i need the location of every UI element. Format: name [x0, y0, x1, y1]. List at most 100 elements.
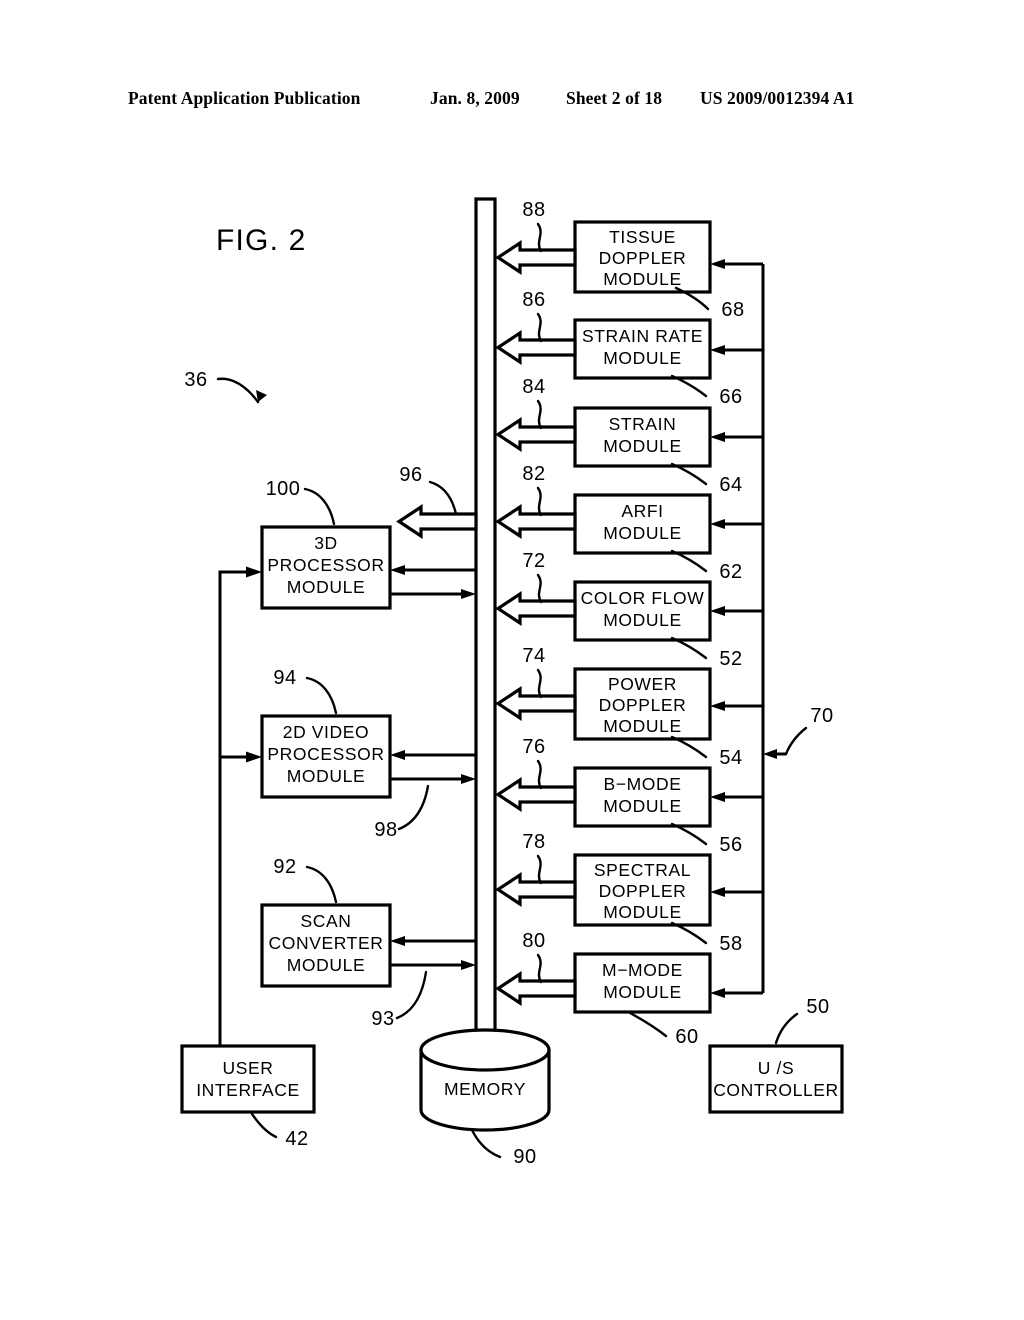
module-3d-processor-line-3: MODULE — [287, 577, 365, 597]
memory-cylinder-top — [419, 1028, 551, 1072]
module-scan-converter-line-1: SCAN — [300, 911, 351, 931]
ref-label-78: 78 — [522, 831, 545, 853]
module-memory[interactable]: MEMORY 90 — [419, 1028, 551, 1168]
ref-label-82: 82 — [522, 463, 545, 485]
ui-feed-line-3d — [218, 570, 247, 1046]
ref-label-80: 80 — [522, 930, 545, 952]
module-2d-video-processor-line-1: 2D VIDEO — [283, 722, 370, 742]
module-power-doppler-line-1: POWER — [608, 674, 677, 694]
module-2d-video-processor-line-2: PROCESSOR — [267, 744, 384, 764]
bus-arrow-80 — [495, 971, 577, 1006]
leader-82 — [536, 486, 543, 517]
module-arfi-line-1: ARFI — [621, 501, 663, 521]
module-us-controller-line-2: CONTROLLER — [713, 1080, 839, 1100]
ref-label-84: 84 — [522, 376, 545, 398]
module-m-mode-line-1: M−MODE — [602, 960, 683, 980]
module-2d-video-processor[interactable]: 2D VIDEO PROCESSOR MODULE 94 98 — [260, 667, 476, 841]
ref-label-58: 58 — [719, 933, 742, 955]
module-3d-processor[interactable]: 3D PROCESSOR MODULE 100 96 — [260, 464, 478, 610]
leader-86 — [536, 312, 543, 343]
leader-88 — [536, 222, 543, 253]
ref-label-98: 98 — [374, 819, 397, 841]
bus-arrow-96 — [396, 504, 478, 539]
ref-label-100: 100 — [266, 478, 301, 500]
figure-2-diagram: FIG. 2 36 70 TISSUE DOPPLER MODULE 68 88 — [180, 197, 844, 1168]
module-user-interface-box — [180, 1044, 316, 1114]
ref-label-54: 54 — [719, 747, 742, 769]
module-m-mode-line-2: MODULE — [603, 982, 681, 1002]
control-bus-inlet-arrowhead — [763, 749, 777, 759]
bus-arrow-72 — [495, 591, 577, 626]
bus-link-2d-out-arrowhead — [461, 774, 476, 784]
ref-label-93: 93 — [371, 1008, 394, 1030]
ref-label-62: 62 — [719, 561, 742, 583]
bus-arrow-82 — [495, 504, 577, 539]
module-user-interface[interactable]: USER INTERFACE 42 — [180, 1044, 316, 1150]
ref-label-68: 68 — [721, 299, 744, 321]
leader-42 — [250, 1112, 278, 1139]
ref-label-86: 86 — [522, 289, 545, 311]
leader-50 — [774, 1012, 799, 1045]
module-scan-converter-line-2: CONVERTER — [269, 933, 384, 953]
module-spectral-doppler-line-2: DOPPLER — [599, 881, 687, 901]
ref-label-94: 94 — [273, 667, 296, 689]
leader-80 — [536, 953, 543, 984]
bus-link-3d-in-arrowhead — [390, 565, 405, 575]
ref-label-36: 36 — [184, 369, 207, 391]
module-color-flow-line-2: MODULE — [603, 610, 681, 630]
ref-label-90: 90 — [513, 1146, 536, 1168]
control-arrowhead-b-mode — [710, 792, 725, 802]
ref-label-72: 72 — [522, 550, 545, 572]
ui-feed-arrowhead-3d — [246, 566, 262, 578]
leader-70 — [784, 726, 808, 756]
control-arrowhead-arfi — [710, 519, 725, 529]
patent-figure-page: Patent Application Publication Jan. 8, 2… — [0, 0, 1024, 1320]
module-us-controller-line-1: U /S — [758, 1058, 794, 1078]
module-tissue-doppler-line-3: MODULE — [603, 269, 681, 289]
ref-label-70: 70 — [810, 705, 833, 727]
leader-72 — [536, 573, 543, 604]
control-arrowhead-m-mode — [710, 988, 725, 998]
memory-label: MEMORY — [444, 1079, 526, 1099]
ref-label-42: 42 — [285, 1128, 308, 1150]
control-arrowhead-strain-rate — [710, 345, 725, 355]
bus-link-3d-out-arrowhead — [461, 589, 476, 599]
ui-feed-arrowhead-2d — [246, 751, 262, 763]
control-arrowhead-strain — [710, 432, 725, 442]
ref-label-50: 50 — [806, 996, 829, 1018]
control-arrowhead-power-doppler — [710, 701, 725, 711]
bus-arrow-88 — [495, 240, 577, 275]
bus-arrow-76 — [495, 777, 577, 812]
bus-link-scan-out-arrowhead — [461, 960, 476, 970]
figure-title: FIG. 2 — [216, 224, 307, 257]
leader-96 — [428, 480, 458, 516]
bus-arrow-74 — [495, 686, 577, 721]
leader-90 — [470, 1128, 502, 1159]
module-b-mode-line-2: MODULE — [603, 796, 681, 816]
module-3d-processor-line-1: 3D — [314, 533, 338, 553]
module-arfi-line-2: MODULE — [603, 523, 681, 543]
module-scan-converter[interactable]: SCAN CONVERTER MODULE 92 93 — [260, 856, 476, 1030]
bus-link-2d-in-arrowhead — [390, 750, 405, 760]
ref-label-56: 56 — [719, 834, 742, 856]
leader-36 — [216, 377, 260, 404]
data-bus-channel — [461, 197, 510, 1068]
leader-74 — [536, 668, 543, 699]
leader-76 — [536, 759, 543, 790]
leader-92 — [305, 865, 338, 904]
module-2d-video-processor-line-3: MODULE — [287, 766, 365, 786]
module-tissue-doppler-line-2: DOPPLER — [599, 248, 687, 268]
ref-label-60: 60 — [675, 1026, 698, 1048]
module-spectral-doppler-line-3: MODULE — [603, 902, 681, 922]
ref-label-96: 96 — [399, 464, 422, 486]
bus-arrow-84 — [495, 417, 577, 452]
ref-label-66: 66 — [719, 386, 742, 408]
leader-98 — [397, 784, 430, 831]
module-power-doppler-line-3: MODULE — [603, 716, 681, 736]
module-power-doppler-line-2: DOPPLER — [599, 695, 687, 715]
leader-78 — [536, 854, 543, 885]
module-us-controller[interactable]: U /S CONTROLLER 50 — [708, 996, 844, 1114]
module-b-mode-line-1: B−MODE — [604, 774, 682, 794]
module-strain-line-1: STRAIN — [609, 414, 677, 434]
ref-label-74: 74 — [522, 645, 545, 667]
